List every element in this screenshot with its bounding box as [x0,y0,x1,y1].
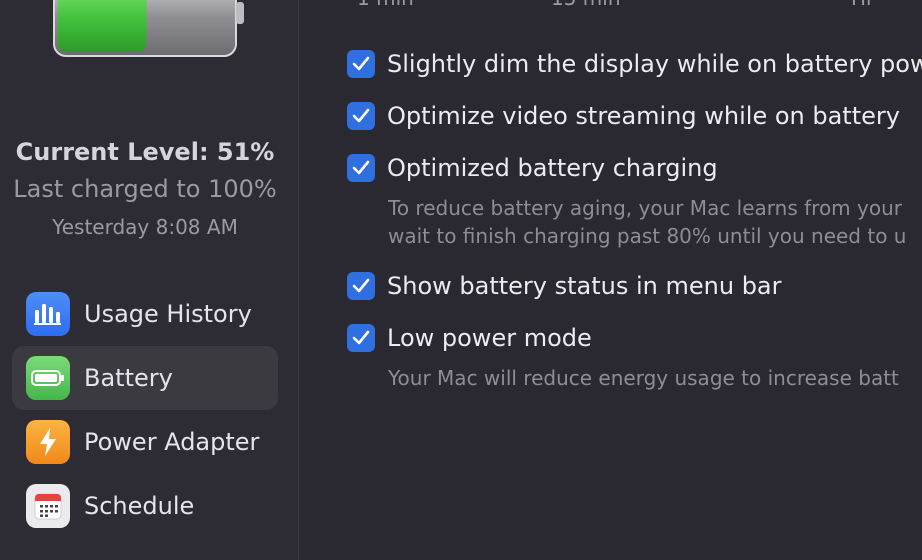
option-low-power-mode[interactable]: Low power mode [347,324,592,352]
battery-settings-panel: 1 min 15 min Hr Slightly dim the display… [299,0,922,560]
low-power-mode-checkbox[interactable] [347,324,375,352]
bar-chart-icon [26,292,70,336]
sidebar-item-label: Usage History [84,300,252,328]
sidebar-item-label: Battery [84,364,173,392]
option-label: Slightly dim the display while on batter… [387,50,922,78]
charged-time: Yesterday 8:08 AM [52,215,238,239]
sidebar-item-battery[interactable]: Battery [12,346,278,410]
optimize-video-checkbox[interactable] [347,102,375,130]
current-level: Current Level: 51% [15,138,275,166]
option-label: Optimize video streaming while on batter… [387,102,900,130]
option-label: Show battery status in menu bar [387,272,782,300]
dim-display-checkbox[interactable] [347,50,375,78]
option-label: Low power mode [387,324,592,352]
last-charged: Last charged to 100% [13,175,277,203]
sidebar: Current Level: 51% Last charged to 100% … [0,0,299,560]
time-axis-tick: 1 min [357,0,414,10]
optimized-charging-description: To reduce battery aging, your Mac learns… [388,196,902,220]
sidebar-item-usage-history[interactable]: Usage History [12,282,278,346]
menu-bar-status-checkbox[interactable] [347,272,375,300]
time-axis-tick: 15 min [551,0,621,10]
optimized-charging-description: wait to finish charging past 80% until y… [388,224,907,248]
option-dim-display[interactable]: Slightly dim the display while on batter… [347,50,922,78]
low-power-mode-description: Your Mac will reduce energy usage to inc… [388,366,899,390]
checkmark-icon [352,108,370,123]
sidebar-item-schedule[interactable]: Schedule [12,474,278,538]
sidebar-item-power-adapter[interactable]: Power Adapter [12,410,278,474]
battery-level-graphic [53,0,244,57]
checkmark-icon [352,160,370,175]
option-optimized-charging[interactable]: Optimized battery charging [347,154,718,182]
optimized-charging-checkbox[interactable] [347,154,375,182]
option-optimize-video[interactable]: Optimize video streaming while on batter… [347,102,900,130]
option-label: Optimized battery charging [387,154,718,182]
battery-icon [26,356,70,400]
lightning-bolt-icon [26,420,70,464]
sidebar-item-label: Schedule [84,492,195,520]
checkmark-icon [352,330,370,345]
checkmark-icon [352,56,370,71]
calendar-icon [26,484,70,528]
sidebar-item-label: Power Adapter [84,428,260,456]
time-axis-tick: Hr [851,0,874,10]
option-show-menu-bar-status[interactable]: Show battery status in menu bar [347,272,782,300]
checkmark-icon [352,278,370,293]
battery-fill [58,0,147,52]
